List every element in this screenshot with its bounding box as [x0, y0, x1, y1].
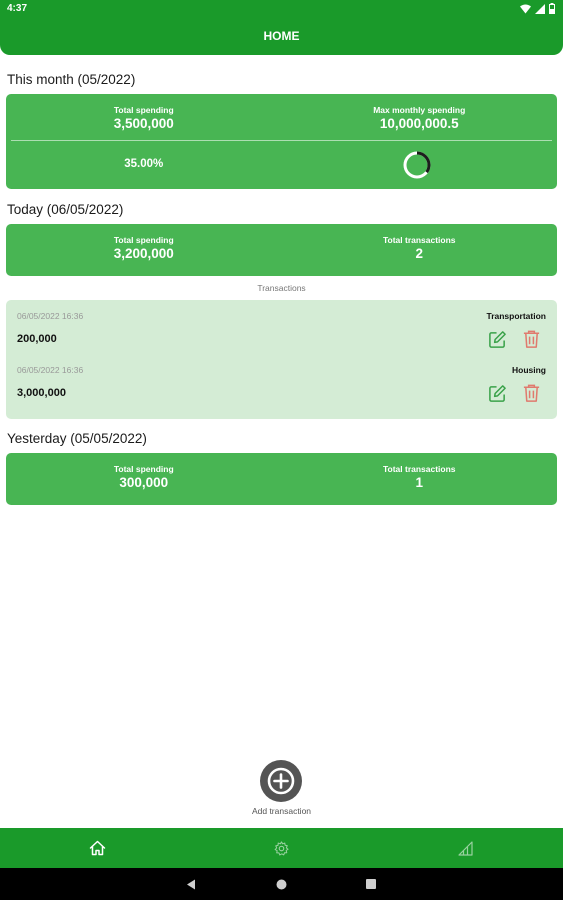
add-transaction-button[interactable] — [260, 760, 302, 802]
add-transaction-label: Add transaction — [251, 806, 312, 816]
plus-circle-icon — [267, 767, 295, 795]
circle-icon — [276, 879, 286, 889]
transaction-category: Transportation — [486, 311, 546, 321]
status-icons — [520, 3, 555, 14]
status-time: 4:37 — [7, 3, 28, 14]
gear-icon — [274, 840, 289, 855]
wifi-icon — [520, 4, 531, 13]
list-item: 06/05/2022 16:36 200,000 Transportation — [6, 300, 557, 354]
today-total-spending-value: 3,200,000 — [113, 246, 174, 261]
today-total-transactions: Total transactions 2 — [282, 235, 558, 261]
edit-icon[interactable] — [488, 330, 507, 349]
back-icon — [187, 879, 195, 889]
home-system-button[interactable] — [261, 868, 301, 900]
yesterday-total-spending-label: Total spending — [113, 464, 174, 474]
page-title: HOME — [263, 29, 300, 43]
app-header: 4:37 HOME — [0, 0, 563, 55]
yesterday-total-transactions: Total transactions 1 — [282, 464, 558, 490]
list-item: 06/05/2022 16:36 3,000,000 Housing — [6, 354, 557, 408]
recents-button[interactable] — [351, 868, 391, 900]
monthly-total-spending: Total spending 3,500,000 — [6, 105, 282, 131]
square-icon — [366, 879, 376, 889]
monthly-total-spending-value: 3,500,000 — [113, 116, 174, 131]
transactions-caption: Transactions — [257, 283, 306, 293]
yesterday-total-spending: Total spending 300,000 — [6, 464, 282, 490]
nav-home[interactable] — [4, 828, 191, 868]
spending-progress-ring — [403, 151, 431, 179]
transaction-datetime: 06/05/2022 16:36 — [17, 365, 84, 375]
yesterday-total-spending-value: 300,000 — [119, 475, 169, 490]
spending-percent: 35.00% — [124, 158, 164, 170]
nav-statistics[interactable] — [372, 828, 559, 868]
this-month-heading: This month (05/2022) — [7, 72, 136, 87]
today-total-transactions-value: 2 — [415, 246, 423, 261]
system-nav-bar — [0, 868, 563, 900]
trash-icon[interactable] — [522, 329, 541, 349]
transaction-category: Housing — [512, 365, 546, 375]
today-heading: Today (06/05/2022) — [7, 202, 124, 217]
today-summary-card: Total spending 3,200,000 Total transacti… — [6, 224, 557, 276]
card-divider — [11, 140, 552, 141]
max-monthly-spending-label: Max monthly spending — [373, 105, 466, 115]
trash-icon[interactable] — [522, 383, 541, 403]
today-total-spending-label: Total spending — [113, 235, 174, 245]
stats-icon — [458, 840, 473, 856]
home-icon — [89, 840, 106, 856]
monthly-summary-card: Total spending 3,500,000 Max monthly spe… — [6, 94, 557, 189]
battery-icon — [549, 3, 555, 14]
transaction-amount: 200,000 — [17, 333, 57, 345]
max-monthly-spending: Max monthly spending 10,000,000.5 — [282, 105, 558, 131]
yesterday-total-transactions-value: 1 — [415, 475, 423, 490]
edit-icon[interactable] — [488, 384, 507, 403]
max-monthly-spending-value: 10,000,000.5 — [379, 116, 459, 131]
yesterday-summary-card: Total spending 300,000 Total transaction… — [6, 453, 557, 505]
signal-icon — [535, 3, 545, 14]
back-button[interactable] — [171, 868, 211, 900]
transaction-datetime: 06/05/2022 16:36 — [17, 311, 84, 321]
monthly-total-spending-label: Total spending — [113, 105, 174, 115]
today-total-transactions-label: Total transactions — [382, 235, 456, 245]
bottom-nav — [0, 828, 563, 868]
yesterday-total-transactions-label: Total transactions — [382, 464, 456, 474]
transactions-list: 06/05/2022 16:36 200,000 Transportation … — [6, 300, 557, 419]
yesterday-heading: Yesterday (05/05/2022) — [7, 431, 147, 446]
today-total-spending: Total spending 3,200,000 — [6, 235, 282, 261]
transaction-amount: 3,000,000 — [17, 387, 66, 399]
nav-settings[interactable] — [188, 828, 375, 868]
